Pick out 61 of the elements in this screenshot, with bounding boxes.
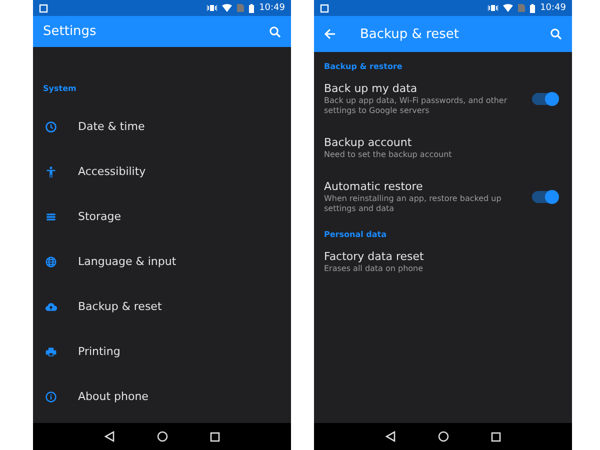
- vibrate-icon: [207, 4, 218, 12]
- item-title: Accessibility: [78, 164, 147, 178]
- item-title: Date & time: [78, 120, 146, 134]
- settings-item[interactable]: About phone: [33, 374, 291, 419]
- search-icon[interactable]: [269, 26, 281, 38]
- wifi-icon: [222, 4, 232, 12]
- settings-item[interactable]: Backup account Need to set the backup account: [314, 130, 572, 174]
- info-icon: [45, 390, 57, 402]
- settings-item[interactable]: Printing: [33, 329, 291, 374]
- item-title: Backup account: [324, 136, 413, 150]
- cloud-upload-icon: [45, 300, 57, 312]
- home-circle-icon[interactable]: [438, 431, 449, 442]
- settings-item[interactable]: Factory data reset Erases all data on phone: [314, 244, 572, 288]
- item-title: Automatic restore: [324, 180, 424, 194]
- battery-icon: [249, 4, 254, 12]
- settings-item[interactable]: Backup & reset: [33, 284, 291, 329]
- recents-square-icon[interactable]: [491, 432, 501, 442]
- status-time: 10:49: [259, 3, 285, 13]
- settings-item[interactable]: Date & time: [33, 104, 291, 149]
- printer-icon: [45, 346, 57, 358]
- battery-icon: [530, 4, 536, 12]
- item-title: Storage: [78, 210, 122, 224]
- section-header: Backup & restore: [323, 61, 404, 73]
- settings-item[interactable]: Automatic restore When reinstalling an app, restore backed up settings and data: [314, 174, 572, 228]
- item-title: Backup & reset: [78, 300, 163, 314]
- globe-icon: [45, 256, 57, 268]
- recents-square-icon[interactable]: [210, 432, 220, 442]
- settings-item[interactable]: Storage: [33, 194, 291, 239]
- item-title: Factory data reset: [324, 250, 425, 264]
- notification-icon: [320, 4, 329, 12]
- clock-icon: [45, 120, 57, 132]
- item-summary: Erases all data on phone: [324, 264, 424, 274]
- wifi-icon: [503, 4, 514, 12]
- toggle-switch[interactable]: [532, 191, 558, 203]
- item-title: Language & input: [78, 254, 178, 268]
- item-summary: Need to set the backup account: [324, 150, 453, 160]
- settings-item[interactable]: Back up my data Back up app data, Wi-Fi passwords, and other settings to Google servers: [314, 76, 572, 130]
- settings-item[interactable]: Accessibility: [33, 149, 291, 194]
- app-bar-title: Backup & reset: [360, 26, 460, 42]
- notification-icon: [39, 4, 48, 12]
- section-header: Personal data: [323, 229, 388, 241]
- item-summary: Back up app data, Wi-Fi passwords, and other settings to Google servers: [324, 96, 508, 116]
- item-title: Printing: [78, 344, 122, 358]
- back-triangle-icon[interactable]: [385, 431, 396, 442]
- item-summary: When reinstalling an app, restore backed up settings and data: [324, 194, 502, 214]
- home-circle-icon[interactable]: [157, 431, 168, 442]
- back-triangle-icon[interactable]: [104, 431, 115, 442]
- item-title: Back up my data: [324, 82, 418, 96]
- section-header: System: [42, 83, 78, 95]
- toggle-switch[interactable]: [532, 93, 558, 105]
- no-sim-icon: [518, 4, 526, 12]
- no-sim-icon: [237, 4, 244, 12]
- search-icon[interactable]: [550, 28, 562, 40]
- item-title: About phone: [78, 390, 150, 404]
- status-time: 10:49: [540, 3, 566, 13]
- settings-item[interactable]: Language & input: [33, 239, 291, 284]
- storage-icon: [45, 210, 57, 222]
- accessibility-icon: [45, 166, 57, 178]
- vibrate-icon: [488, 4, 498, 12]
- back-arrow-icon[interactable]: [324, 28, 336, 40]
- app-bar-title: Settings: [43, 24, 98, 39]
